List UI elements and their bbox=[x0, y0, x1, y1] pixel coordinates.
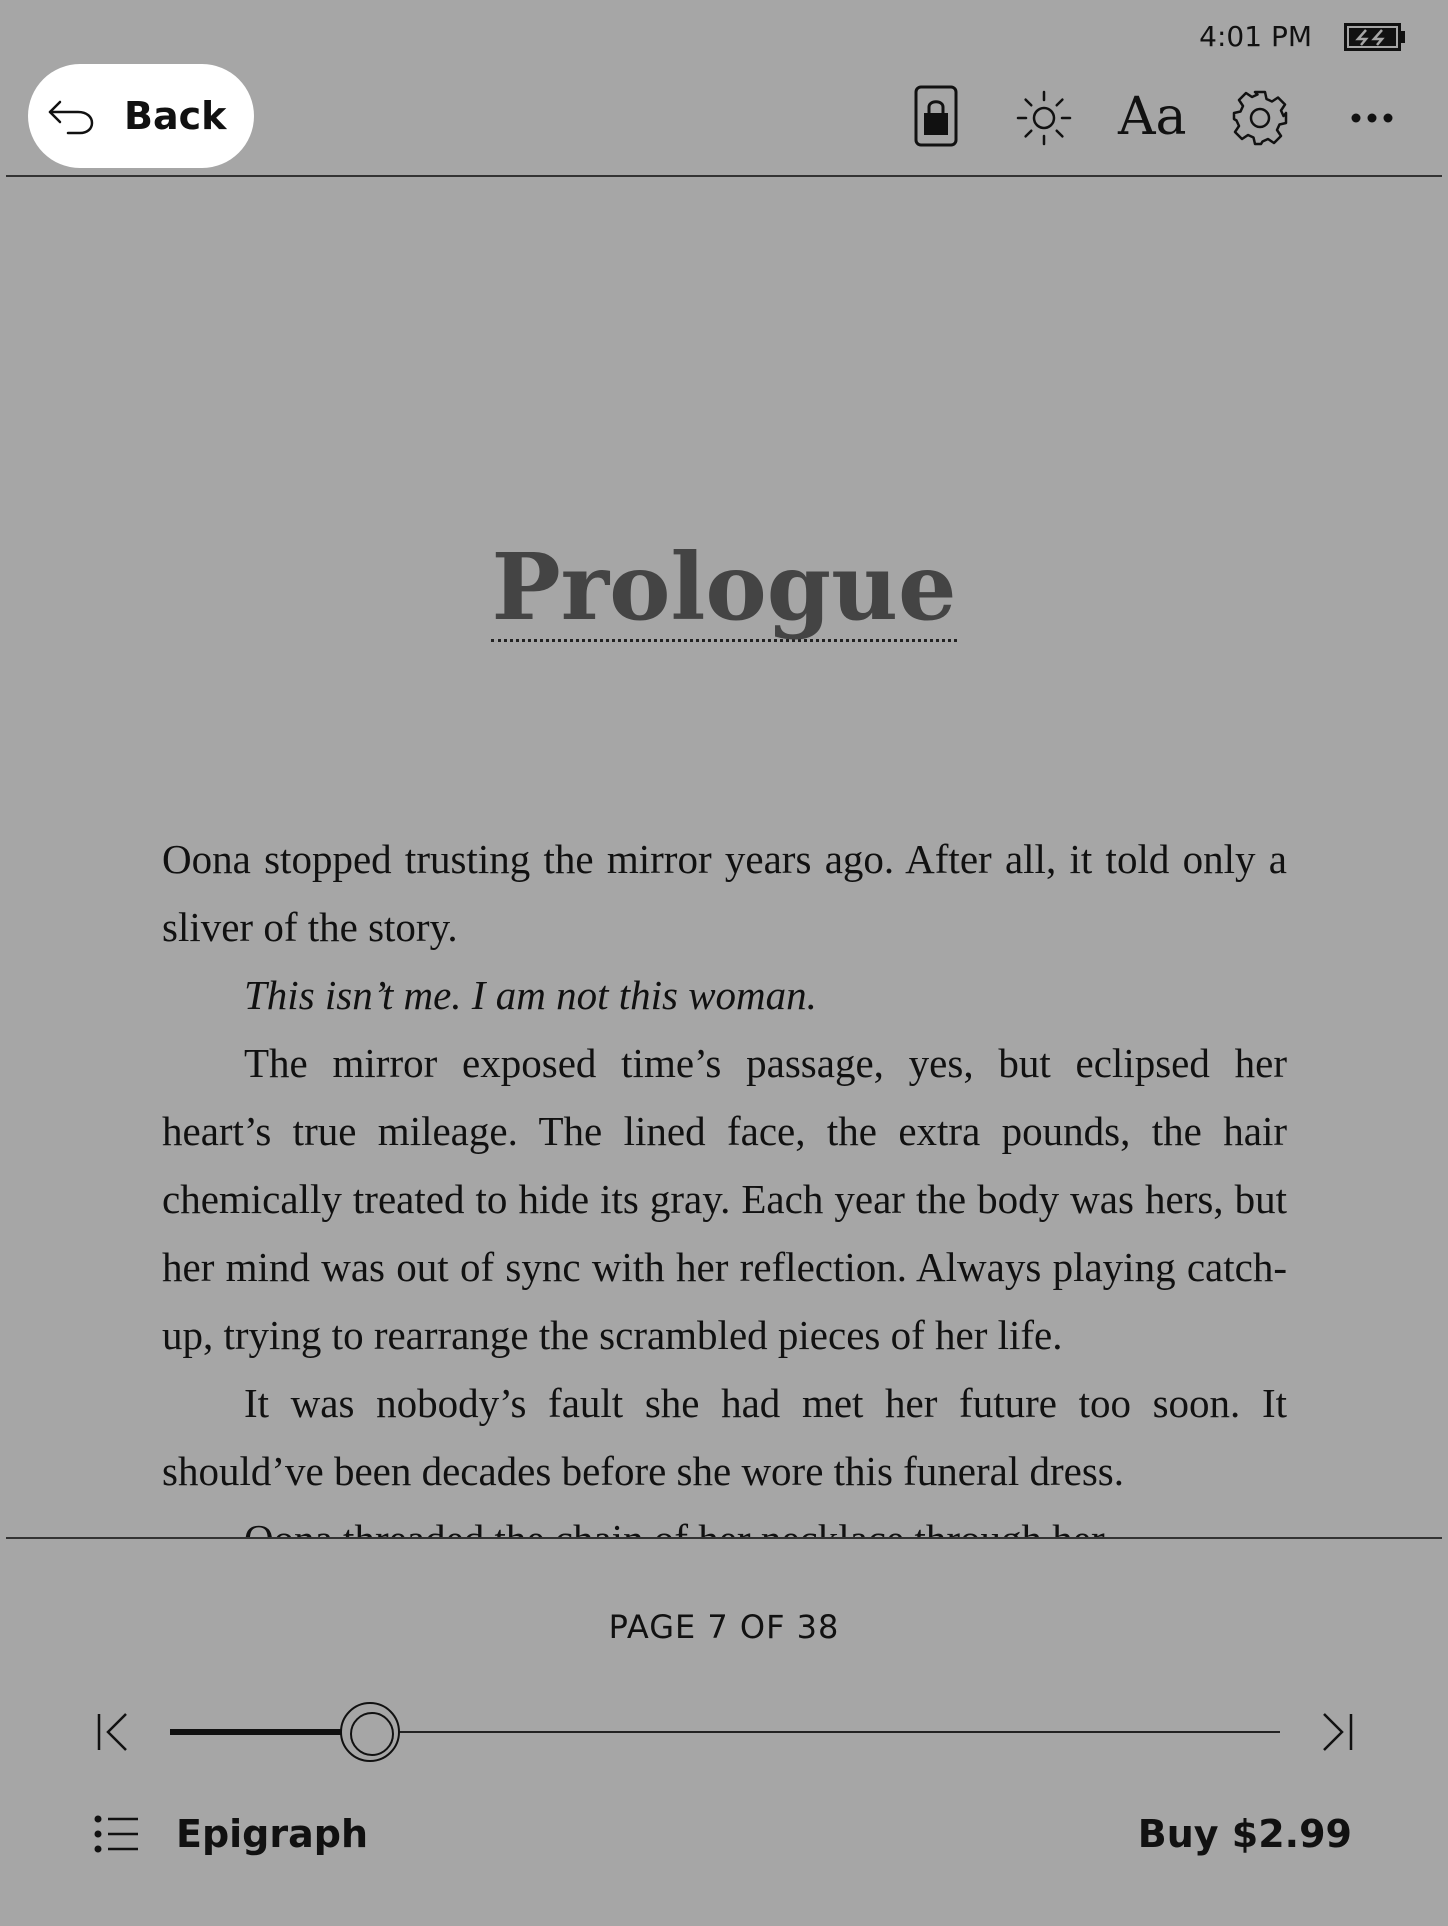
font-settings-button[interactable]: Aa bbox=[1118, 82, 1187, 152]
more-dots-icon bbox=[1351, 113, 1393, 123]
brightness-icon bbox=[1016, 90, 1072, 146]
gear-icon bbox=[1232, 90, 1288, 146]
paragraph: Oona stopped trusting the mirror years a… bbox=[162, 836, 1287, 950]
reader-screen: 4:01 PM Back Aa Prologue Oona stopped tr… bbox=[0, 0, 1448, 1926]
paragraph: The mirror exposed time’s passage, yes, … bbox=[162, 1040, 1287, 1358]
lock-icon bbox=[914, 85, 958, 147]
page-indicator: PAGE 7 OF 38 bbox=[608, 1608, 840, 1646]
footer-divider bbox=[6, 1537, 1442, 1539]
chapter-title[interactable]: Prologue bbox=[491, 535, 957, 642]
skip-last-icon[interactable] bbox=[1318, 1710, 1354, 1754]
slider-thumb[interactable] bbox=[340, 1702, 400, 1762]
back-button[interactable]: Back bbox=[28, 64, 254, 168]
buy-button[interactable]: Buy $2.99 bbox=[1138, 1812, 1352, 1856]
reading-area[interactable]: Prologue Oona stopped trusting the mirro… bbox=[0, 177, 1448, 1537]
battery-charging-icon bbox=[1344, 22, 1405, 51]
paragraph: Oona threaded the chain of her necklace … bbox=[162, 1505, 1287, 1537]
settings-button[interactable] bbox=[1230, 88, 1290, 148]
chapter-title-container: Prologue bbox=[0, 535, 1448, 642]
table-of-contents-icon bbox=[94, 1815, 138, 1853]
clock: 4:01 PM bbox=[1199, 20, 1312, 53]
page-progress-slider[interactable] bbox=[170, 1700, 1280, 1764]
paragraph: This isn’t me. I am not this woman. bbox=[244, 972, 817, 1018]
status-bar: 4:01 PM bbox=[1199, 20, 1406, 53]
back-arrow-icon bbox=[48, 100, 94, 135]
book-text: Oona stopped trusting the mirror years a… bbox=[162, 825, 1287, 1537]
more-options-button[interactable] bbox=[1350, 108, 1394, 128]
brightness-button[interactable] bbox=[1016, 90, 1072, 146]
orientation-lock-button[interactable] bbox=[912, 84, 960, 148]
table-of-contents-button[interactable]: Epigraph bbox=[94, 1812, 368, 1856]
section-label: Epigraph bbox=[176, 1812, 369, 1856]
skip-first-icon[interactable] bbox=[96, 1710, 132, 1754]
back-label: Back bbox=[124, 94, 227, 138]
paragraph: It was nobody’s fault she had met her fu… bbox=[162, 1380, 1287, 1494]
